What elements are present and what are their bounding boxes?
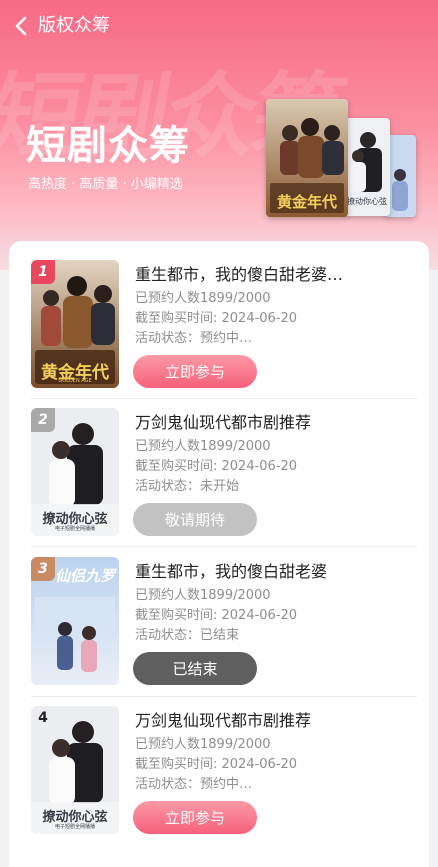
reserved-count: 已预约人数1899/2000 bbox=[135, 737, 271, 752]
rank-badge: 2 bbox=[31, 408, 55, 432]
join-button[interactable]: 立即参与 bbox=[133, 355, 257, 388]
activity-status: 活动状态：已结束 bbox=[135, 628, 240, 643]
poster-caption: GOLDEN AGE bbox=[58, 378, 92, 384]
list-item[interactable]: 仙侣九罗 3 重生都市，我的傻白甜老婆 已预约人数1899/2000 截至购买时… bbox=[31, 557, 421, 705]
hero-subtitle: 高热度 · 高质量 · 小编精选 bbox=[28, 177, 183, 192]
item-title: 万剑鬼仙现代都市剧推荐 bbox=[135, 711, 312, 730]
back-arrow-icon[interactable] bbox=[14, 16, 30, 36]
poster-caption: 电子短剧全网播播 bbox=[54, 526, 95, 532]
hero-poster-golden-era-title: 黄金年代 bbox=[276, 193, 337, 211]
page-title: 版权众筹 bbox=[38, 15, 110, 36]
rank-badge: 1 bbox=[31, 260, 55, 284]
deadline: 截至购买时间: 2024-06-20 bbox=[135, 757, 298, 772]
hero-banner: 短剧众筹 版权众筹 短剧众筹 高热度 · 高质量 · 小编精选 黄金年代 撩动你… bbox=[0, 0, 438, 270]
divider bbox=[31, 696, 417, 697]
item-title: 重生都市，我的傻白甜老婆 bbox=[135, 562, 328, 581]
list-item[interactable]: 撩动你心弦 电子短剧全网播播 4 万剑鬼仙现代都市剧推荐 已预约人数1899/2… bbox=[31, 706, 421, 854]
item-title: 重生都市，我的傻白甜老婆… bbox=[135, 265, 344, 284]
hero-title: 短剧众筹 bbox=[26, 123, 190, 169]
activity-status: 活动状态：未开始 bbox=[135, 479, 240, 494]
hero-poster-heart-string: 撩动你心弦 bbox=[344, 118, 390, 216]
deadline: 截至购买时间: 2024-06-20 bbox=[135, 608, 298, 623]
list-item[interactable]: 黄金年代 GOLDEN AGE 1 重生都市，我的傻白甜老婆… 已预约人数189… bbox=[31, 260, 421, 408]
reserved-count: 已预约人数1899/2000 bbox=[135, 439, 271, 454]
top-bar: 版权众筹 bbox=[0, 0, 438, 52]
coming-soon-button[interactable]: 敬请期待 bbox=[133, 503, 257, 536]
ended-button[interactable]: 已结束 bbox=[133, 652, 257, 685]
hero-poster-golden-era: 黄金年代 bbox=[266, 99, 348, 217]
join-button[interactable]: 立即参与 bbox=[133, 801, 257, 834]
hero-poster-heart-string-title: 撩动你心弦 bbox=[347, 197, 387, 206]
reserved-count: 已预约人数1899/2000 bbox=[135, 291, 271, 306]
list-item[interactable]: 撩动你心弦 电子短剧全网播播 2 万剑鬼仙现代都市剧推荐 已预约人数1899/2… bbox=[31, 408, 421, 556]
activity-status: 活动状态：预约中… bbox=[135, 777, 253, 792]
poster-caption: 电子短剧全网播播 bbox=[54, 824, 95, 830]
poster-title-fairy: 仙侣九罗 bbox=[54, 567, 115, 585]
deadline: 截至购买时间: 2024-06-20 bbox=[135, 459, 298, 474]
divider bbox=[31, 546, 417, 547]
activity-status: 活动状态：预约中… bbox=[135, 331, 253, 346]
rank-badge: 4 bbox=[38, 710, 48, 726]
rank-badge: 3 bbox=[31, 557, 55, 581]
item-title: 万剑鬼仙现代都市剧推荐 bbox=[135, 413, 312, 432]
crowdfunding-list: 黄金年代 GOLDEN AGE 1 重生都市，我的傻白甜老婆… 已预约人数189… bbox=[9, 241, 429, 867]
divider bbox=[31, 398, 417, 399]
deadline: 截至购买时间: 2024-06-20 bbox=[135, 311, 298, 326]
reserved-count: 已预约人数1899/2000 bbox=[135, 588, 271, 603]
